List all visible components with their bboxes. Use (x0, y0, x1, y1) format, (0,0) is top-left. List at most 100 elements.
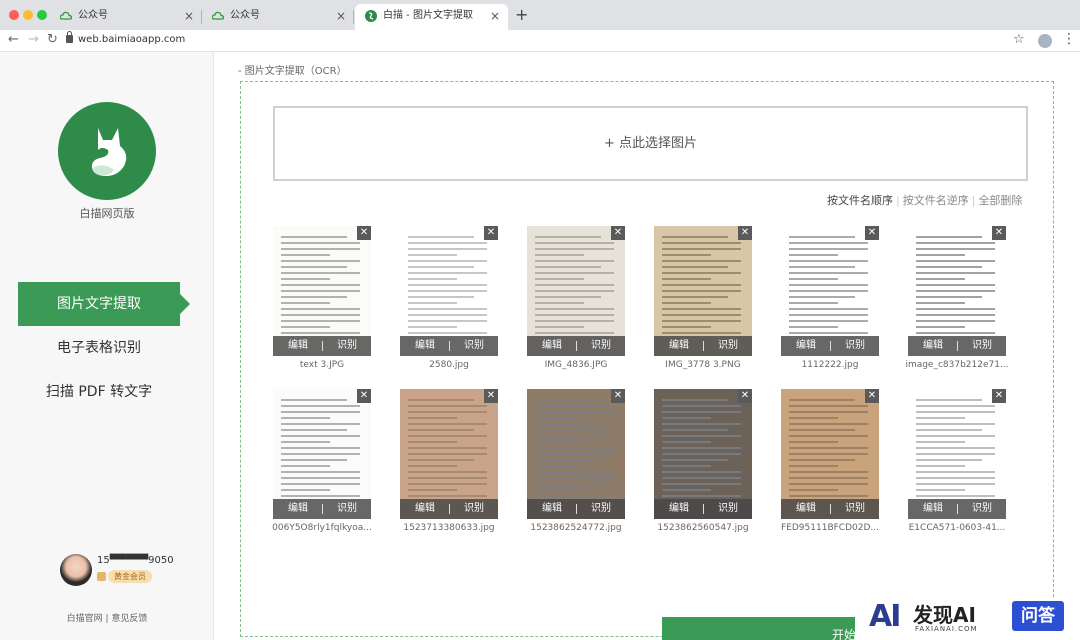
address-bar: ← → ↻ web.baimiaoapp.com ☆ ⋮ (0, 30, 1080, 52)
close-tab-icon[interactable]: × (490, 4, 500, 28)
text-line (535, 236, 601, 238)
recognize-button[interactable]: 识别 (718, 336, 738, 356)
browser-tab-active[interactable]: 白描 - 图片文字提取（OCR） × (355, 4, 508, 45)
image-thumbnail[interactable]: ✕ 编辑 识别 (654, 226, 752, 356)
text-line (789, 320, 868, 322)
text-line (916, 471, 995, 473)
edit-button[interactable]: 编辑 (923, 336, 943, 356)
edit-button[interactable]: 编辑 (542, 336, 562, 356)
image-thumbnail[interactable]: ✕ 编辑 识别 (400, 389, 498, 519)
remove-image-icon[interactable]: ✕ (738, 226, 752, 240)
maximize-window-icon[interactable] (37, 10, 47, 20)
recognize-button[interactable]: 识别 (591, 499, 611, 519)
text-line (408, 296, 474, 298)
minimize-window-icon[interactable] (23, 10, 33, 20)
text-line (408, 260, 487, 262)
remove-image-icon[interactable]: ✕ (484, 226, 498, 240)
sort-by-name-link[interactable]: 按文件名顺序 (827, 194, 893, 207)
edit-button[interactable]: 编辑 (669, 336, 689, 356)
edit-button[interactable]: 编辑 (288, 499, 308, 519)
text-line (662, 236, 728, 238)
profile-avatar-icon[interactable] (1038, 34, 1052, 48)
recognize-button[interactable]: 识别 (337, 336, 357, 356)
reload-icon[interactable]: ↻ (47, 32, 58, 47)
remove-image-icon[interactable]: ✕ (738, 389, 752, 403)
recognize-button[interactable]: 识别 (718, 499, 738, 519)
image-thumbnail[interactable]: ✕ 编辑 识别 (273, 389, 371, 519)
text-line (281, 236, 347, 238)
text-line (408, 411, 487, 413)
text-line (916, 429, 982, 431)
recognize-button[interactable]: 识别 (591, 336, 611, 356)
text-line (281, 495, 360, 497)
recognize-button[interactable]: 识别 (337, 499, 357, 519)
bookmark-star-icon[interactable]: ☆ (1013, 32, 1025, 47)
remove-image-icon[interactable]: ✕ (611, 226, 625, 240)
remove-image-icon[interactable]: ✕ (865, 226, 879, 240)
close-tab-icon[interactable]: × (336, 4, 346, 28)
vip-badge[interactable]: 黄金会员 (108, 570, 152, 583)
text-line (662, 423, 741, 425)
select-image-button[interactable]: + 点此选择图片 (273, 106, 1028, 181)
sidebar-footer-links[interactable]: 白描官网 | 意见反馈 (0, 611, 214, 624)
remove-image-icon[interactable]: ✕ (484, 389, 498, 403)
menu-item-image-ocr[interactable]: 图片文字提取 (18, 282, 190, 326)
back-icon[interactable]: ← (8, 32, 19, 47)
image-thumbnail[interactable]: ✕ 编辑 识别 (781, 226, 879, 356)
remove-image-icon[interactable]: ✕ (992, 226, 1006, 240)
remove-image-icon[interactable]: ✕ (865, 389, 879, 403)
edit-button[interactable]: 编辑 (923, 499, 943, 519)
delete-all-link[interactable]: 全部删除 (978, 194, 1022, 207)
edit-button[interactable]: 编辑 (796, 336, 816, 356)
avatar[interactable] (60, 554, 92, 586)
edit-button[interactable]: 编辑 (415, 499, 435, 519)
image-thumbnail[interactable]: ✕ 编辑 识别 (273, 226, 371, 356)
close-window-icon[interactable] (9, 10, 19, 20)
image-dropzone[interactable]: + 点此选择图片 按文件名顺序 | 按文件名逆序 | 全部删除 ✕ 编辑 识别 text 3.… (240, 81, 1054, 640)
edit-button[interactable]: 编辑 (796, 499, 816, 519)
file-name: text 3.JPG (299, 360, 345, 370)
text-line (281, 266, 347, 268)
browser-tab-1[interactable]: 公众号 × (50, 4, 202, 30)
edit-button[interactable]: 编辑 (542, 499, 562, 519)
image-thumbnail[interactable]: ✕ 编辑 识别 (908, 389, 1006, 519)
text-line (535, 483, 614, 485)
browser-menu-icon[interactable]: ⋮ (1062, 31, 1076, 47)
edit-button[interactable]: 编辑 (288, 336, 308, 356)
forward-icon[interactable]: → (28, 32, 39, 47)
text-line (281, 272, 360, 274)
divider (322, 341, 323, 351)
menu-item-pdf[interactable]: 扫描 PDF 转文字 (18, 370, 180, 414)
image-thumbnail[interactable]: ✕ 编辑 识别 (781, 389, 879, 519)
url-field[interactable]: web.baimiaoapp.com (78, 34, 185, 45)
edit-button[interactable]: 编辑 (415, 336, 435, 356)
browser-tab-2[interactable]: 公众号 × (202, 4, 354, 30)
text-line (789, 284, 868, 286)
recognize-button[interactable]: 识别 (845, 336, 865, 356)
close-tab-icon[interactable]: × (184, 4, 194, 28)
text-line (535, 429, 601, 431)
remove-image-icon[interactable]: ✕ (611, 389, 625, 403)
image-thumbnail[interactable]: ✕ 编辑 识别 (527, 226, 625, 356)
recognize-button[interactable]: 识别 (972, 336, 992, 356)
remove-image-icon[interactable]: ✕ (357, 389, 371, 403)
image-thumbnail[interactable]: ✕ 编辑 识别 (400, 226, 498, 356)
text-line (535, 441, 585, 443)
new-tab-button[interactable]: + (515, 5, 528, 24)
text-line (916, 326, 966, 328)
divider (449, 504, 450, 514)
sort-by-name-desc-link[interactable]: 按文件名逆序 (903, 194, 969, 207)
text-line (789, 495, 868, 497)
recognize-button[interactable]: 识别 (464, 336, 484, 356)
menu-item-spreadsheet[interactable]: 电子表格识别 (18, 326, 180, 370)
edit-button[interactable]: 编辑 (669, 499, 689, 519)
image-thumbnail[interactable]: ✕ 编辑 识别 (654, 389, 752, 519)
recognize-button[interactable]: 识别 (845, 499, 865, 519)
recognize-button[interactable]: 识别 (972, 499, 992, 519)
image-thumbnail[interactable]: ✕ 编辑 识别 (527, 389, 625, 519)
recognize-button[interactable]: 识别 (464, 499, 484, 519)
remove-image-icon[interactable]: ✕ (992, 389, 1006, 403)
remove-image-icon[interactable]: ✕ (357, 226, 371, 240)
image-thumbnail[interactable]: ✕ 编辑 识别 (908, 226, 1006, 356)
text-line (916, 465, 966, 467)
